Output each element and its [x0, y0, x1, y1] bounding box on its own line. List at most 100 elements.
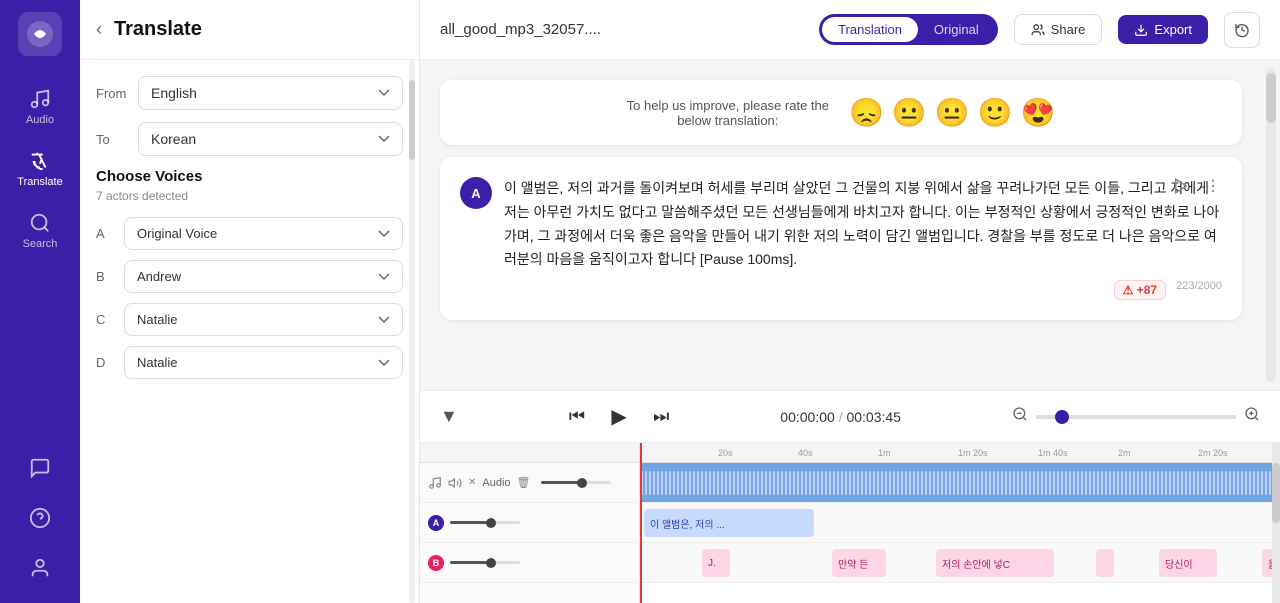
actor-a-track: 이 앨범은, 저의 ... — [640, 503, 1280, 543]
voice-row-d: D Natalie Andrew Original Voice — [96, 346, 403, 379]
play-button[interactable]: ▶ — [601, 399, 637, 435]
sidebar-item-help[interactable] — [0, 495, 80, 541]
actors-detected: 7 actors detected — [96, 189, 403, 203]
zoom-out-icon — [1012, 406, 1028, 422]
export-label: Export — [1154, 22, 1192, 37]
segment-b-1[interactable]: J. — [702, 549, 730, 577]
voice-letter-b: B — [96, 269, 114, 284]
play-card-button[interactable] — [1168, 173, 1194, 202]
filename: all_good_mp3_32057.... — [440, 21, 803, 38]
delete-track-icon[interactable]: 🗑 — [517, 476, 531, 489]
card-text[interactable]: 이 앨범은, 저의 과거를 돌이켜보며 허세를 부리며 살았던 그 건물의 지붕… — [504, 177, 1222, 272]
panel-scroll: From English Korean Japanese To Korean E… — [80, 60, 419, 603]
actor-avatar: A — [460, 177, 492, 209]
panel-title: Translate — [114, 18, 202, 41]
sidebar-item-user[interactable] — [0, 545, 80, 591]
segment-b-5[interactable]: 당신이 — [1159, 549, 1217, 577]
audio-waveform-track — [640, 463, 1280, 503]
share-label: Share — [1051, 22, 1086, 37]
rating-text: To help us improve, please rate thebelow… — [627, 98, 829, 128]
timeline-labels: ✕ Audio 🗑 A B — [420, 443, 640, 603]
emoji-very-happy[interactable]: 😍 — [1020, 96, 1055, 129]
segment-a-1[interactable]: 이 앨범은, 저의 ... — [644, 509, 814, 537]
sidebar-translate-label: Translate — [17, 176, 62, 188]
time-display: 00:00:00 / 00:03:45 — [780, 409, 901, 425]
translation-scroll[interactable]: To help us improve, please rate thebelow… — [420, 60, 1262, 390]
panel-scrolltrack — [409, 60, 415, 603]
top-bar: all_good_mp3_32057.... Translation Origi… — [420, 0, 1280, 60]
audio-volume-slider[interactable] — [541, 481, 611, 484]
skip-forward-button[interactable]: ⏭ — [653, 406, 669, 427]
card-footer: ⚠ +87 223/2000 — [460, 280, 1222, 300]
audio-label: Audio — [482, 477, 510, 489]
skip-back-button[interactable]: ⏮ — [569, 406, 585, 427]
waveform-svg — [640, 463, 1280, 503]
history-icon — [1234, 22, 1250, 38]
actor-a-label-row: A — [420, 503, 639, 543]
zoom-slider[interactable] — [1036, 415, 1236, 419]
play-icon — [1172, 177, 1190, 195]
back-button[interactable]: ‹ — [96, 19, 102, 40]
timeline-right: 20s 40s 1m 1m 20s 1m 40s 2m 2m 20s 2m 40… — [640, 443, 1280, 603]
main-content: all_good_mp3_32057.... Translation Origi… — [420, 0, 1280, 603]
tick-2m: 2m — [1118, 448, 1131, 458]
sidebar-item-audio[interactable]: Audio — [0, 76, 80, 138]
timeline-vscrollbar[interactable] — [1272, 443, 1280, 603]
export-button[interactable]: Export — [1118, 15, 1208, 44]
sidebar-item-translate[interactable]: Translate — [0, 138, 80, 200]
actor-a-volume[interactable] — [450, 521, 520, 524]
collapse-button[interactable]: ▼ — [440, 406, 458, 427]
volume-icon — [448, 476, 462, 490]
audio-track-icon — [428, 476, 442, 490]
actor-a-letter: A — [428, 515, 444, 531]
zoom-out-button[interactable] — [1012, 406, 1028, 427]
export-icon — [1134, 23, 1148, 37]
card-actions — [1168, 173, 1226, 202]
actor-b-volume[interactable] — [450, 561, 520, 564]
voice-row-a: A Original Voice Andrew Natalie — [96, 217, 403, 250]
emoji-very-sad[interactable]: 😞 — [849, 96, 884, 129]
current-time: 00:00:00 — [780, 409, 835, 425]
ruler-spacer — [420, 443, 639, 463]
tick-1m40s: 1m 40s — [1038, 448, 1068, 458]
from-language-select[interactable]: English Korean Japanese — [138, 76, 403, 110]
tab-translation[interactable]: Translation — [822, 17, 918, 42]
segment-b-4[interactable] — [1096, 549, 1114, 577]
panel-scrollthumb — [409, 80, 415, 160]
emoji-happy[interactable]: 🙂 — [978, 96, 1013, 129]
emoji-sad[interactable]: 😐 — [892, 96, 927, 129]
emoji-neutral[interactable]: 😐 — [935, 96, 970, 129]
history-button[interactable] — [1224, 12, 1260, 48]
voice-select-d[interactable]: Natalie Andrew Original Voice — [124, 346, 403, 379]
mute-icon[interactable]: ✕ — [468, 477, 476, 488]
tick-2m20s: 2m 20s — [1198, 448, 1228, 458]
from-language-row: From English Korean Japanese — [96, 76, 403, 110]
voice-select-a[interactable]: Original Voice Andrew Natalie — [124, 217, 403, 250]
to-language-select[interactable]: Korean English Japanese — [138, 122, 403, 156]
voice-select-c[interactable]: Natalie Andrew Original Voice — [124, 303, 403, 336]
voice-select-b[interactable]: Andrew Original Voice Natalie — [124, 260, 403, 293]
sidebar-audio-label: Audio — [26, 114, 54, 126]
card-header: A 이 앨범은, 저의 과거를 돌이켜보며 허세를 부리며 살았던 그 건물의 … — [460, 177, 1222, 272]
segment-b-3[interactable]: 저의 손안에 넣C — [936, 549, 1054, 577]
dots-icon — [1204, 177, 1222, 195]
left-panel: ‹ Translate From English Korean Japanese… — [80, 0, 420, 603]
zoom-controls — [1012, 406, 1260, 427]
tick-20s: 20s — [718, 448, 733, 458]
segment-b-2[interactable]: 만약 든 — [832, 549, 886, 577]
warning-badge: ⚠ +87 — [1114, 280, 1166, 300]
zoom-in-button[interactable] — [1244, 406, 1260, 427]
share-button[interactable]: Share — [1014, 14, 1103, 45]
more-options-button[interactable] — [1200, 173, 1226, 202]
audio-track-label: ✕ Audio 🗑 — [420, 463, 639, 503]
to-label: To — [96, 132, 126, 147]
from-label: From — [96, 86, 126, 101]
time-ruler: 20s 40s 1m 1m 20s 1m 40s 2m 2m 20s 2m 40… — [640, 443, 1280, 463]
sidebar-item-search[interactable]: Search — [0, 200, 80, 262]
actor-b-letter: B — [428, 555, 444, 571]
zoom-in-icon — [1244, 406, 1260, 422]
tab-original[interactable]: Original — [918, 17, 995, 42]
translation-scrollbar[interactable] — [1266, 68, 1276, 382]
rating-box: To help us improve, please rate thebelow… — [440, 80, 1242, 145]
sidebar-item-chat[interactable] — [0, 445, 80, 491]
